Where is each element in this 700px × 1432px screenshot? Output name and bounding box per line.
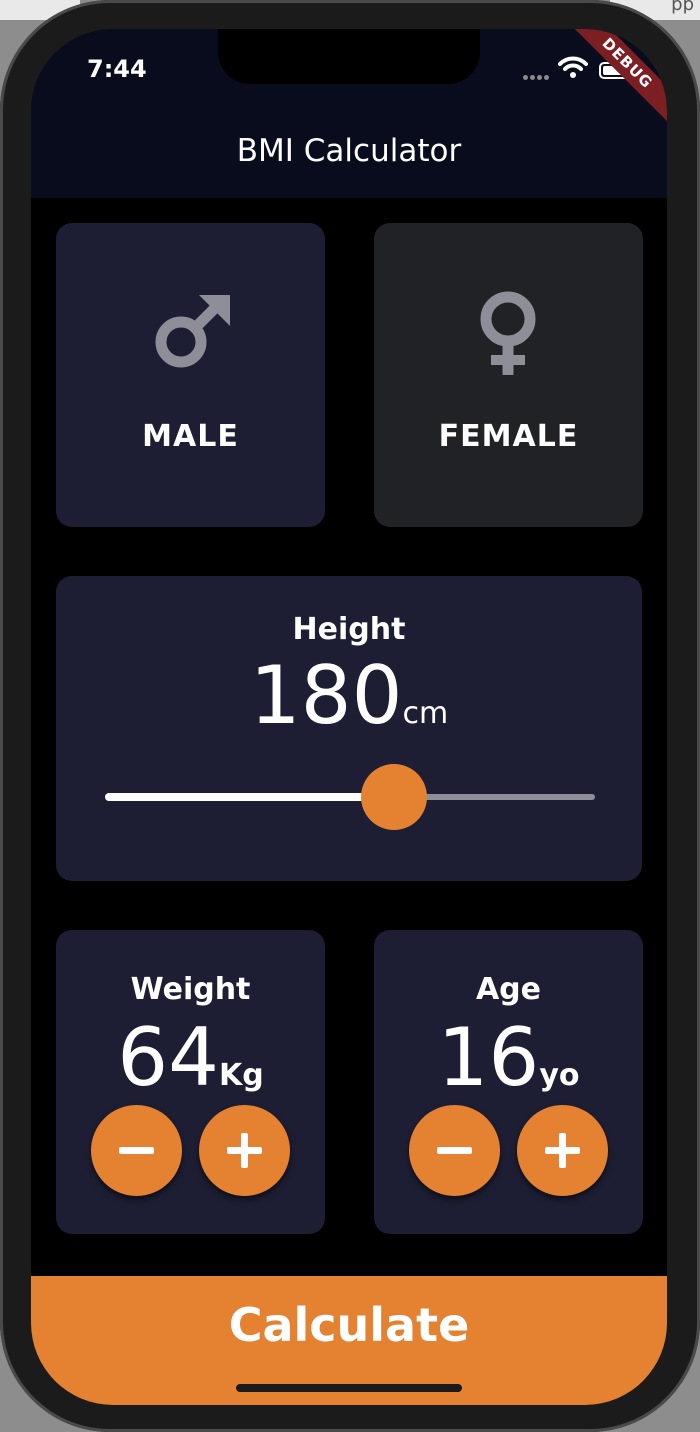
plus-icon xyxy=(227,1133,262,1168)
weight-value-row: 64Kg xyxy=(56,1018,325,1098)
height-slider[interactable] xyxy=(105,764,595,830)
weight-increment-button[interactable] xyxy=(199,1105,290,1196)
height-slider-thumb[interactable] xyxy=(361,764,428,830)
age-value: 16 xyxy=(437,1011,540,1104)
page-title: BMI Calculator xyxy=(236,133,462,169)
plus-icon xyxy=(545,1133,580,1168)
device-notch xyxy=(218,29,480,84)
wifi-icon xyxy=(558,56,588,78)
cellular-dots-icon xyxy=(523,65,553,80)
debug-banner: DEBUG xyxy=(555,29,667,135)
height-unit: cm xyxy=(402,696,449,731)
minus-icon xyxy=(119,1147,154,1154)
age-value-row: 16yo xyxy=(374,1018,643,1098)
age-unit: yo xyxy=(539,1058,580,1093)
male-label: MALE xyxy=(142,419,239,454)
female-card[interactable]: FEMALE xyxy=(374,223,643,527)
phone-frame: 7:44 DEBUG BMI Calculator MALE FEMALE He… xyxy=(0,0,700,1432)
female-label: FEMALE xyxy=(438,419,579,454)
weight-value: 64 xyxy=(117,1011,220,1104)
minus-icon xyxy=(437,1147,472,1154)
venus-icon xyxy=(480,291,536,375)
age-card: Age 16yo xyxy=(374,930,643,1234)
height-card: Height 180cm xyxy=(56,576,642,881)
weight-label: Weight xyxy=(130,972,251,1007)
weight-unit: Kg xyxy=(219,1058,264,1093)
calculate-label: Calculate xyxy=(228,1298,470,1352)
status-time: 7:44 xyxy=(87,55,147,83)
weight-decrement-button[interactable] xyxy=(91,1105,182,1196)
weight-card: Weight 64Kg xyxy=(56,930,325,1234)
height-value: 180 xyxy=(249,649,403,742)
height-slider-active-track xyxy=(105,793,395,801)
height-value-row: 180cm xyxy=(56,656,642,736)
app-bar: 7:44 DEBUG BMI Calculator xyxy=(31,29,667,198)
height-label: Height xyxy=(292,612,406,647)
mars-icon xyxy=(155,295,230,368)
male-card[interactable]: MALE xyxy=(56,223,325,527)
age-label: Age xyxy=(475,972,542,1007)
phone-screen: 7:44 DEBUG BMI Calculator MALE FEMALE He… xyxy=(31,29,667,1405)
age-increment-button[interactable] xyxy=(517,1105,608,1196)
age-decrement-button[interactable] xyxy=(409,1105,500,1196)
home-indicator xyxy=(236,1384,462,1392)
